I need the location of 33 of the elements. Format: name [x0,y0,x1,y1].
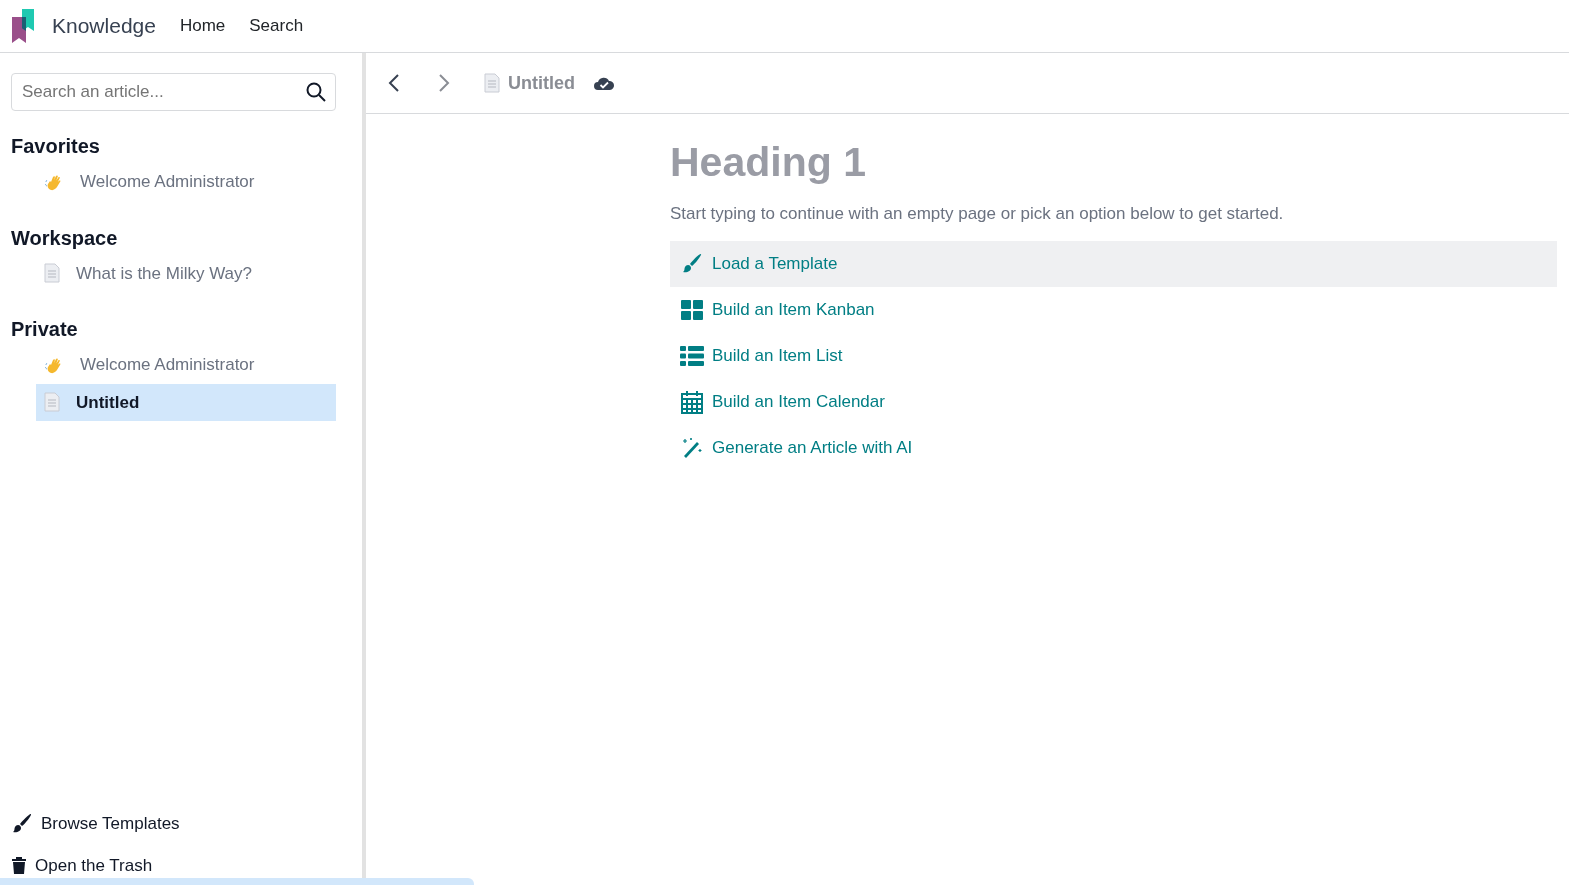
sidebar-item[interactable]: Welcome Administrator [36,163,336,201]
section-title: Workspace [11,225,119,251]
sidebar-footer-link[interactable]: Browse Templates [11,811,180,837]
brush-icon [681,252,703,275]
logo-icon [12,9,36,43]
section-title: Private [11,317,79,342]
section-title: Favorites [11,134,101,159]
article-heading: Heading 1 [670,138,867,187]
option-link[interactable]: Generate an Article with AI [670,424,1557,471]
sidebar-item[interactable]: What is the Milky Way? [36,254,336,292]
list-icon [680,345,704,366]
option-link[interactable]: Load a Template [670,240,1557,287]
sidebar-item[interactable]: Welcome Administrator [36,346,336,384]
document-icon [44,392,60,413]
menu-link[interactable]: Home [179,13,226,39]
app-name: Knowledge [52,13,156,40]
breadcrumb-title: Untitled [508,71,575,95]
sidebar-footer-link[interactable]: Open the Trash [11,852,153,878]
search-icon[interactable] [306,82,326,102]
menu-link[interactable]: Search [249,13,304,39]
brush-icon [11,812,33,835]
document-icon [44,263,60,284]
calendar-icon [681,389,703,414]
document-icon [484,73,500,93]
magic-wand-icon [681,436,703,459]
option-link[interactable]: Build an Item Calendar [670,378,1557,425]
sidebar-item[interactable]: Untitled [36,383,336,421]
search-field[interactable]: Search an article... [11,73,336,111]
grid-icon [681,299,703,320]
option-link[interactable]: Build an Item List [670,332,1557,379]
intro-text: Start typing to continue with an empty page or pick an option below to get started. [670,203,1285,226]
trash-icon [11,856,27,875]
option-link[interactable]: Build an Item Kanban [670,286,1557,333]
